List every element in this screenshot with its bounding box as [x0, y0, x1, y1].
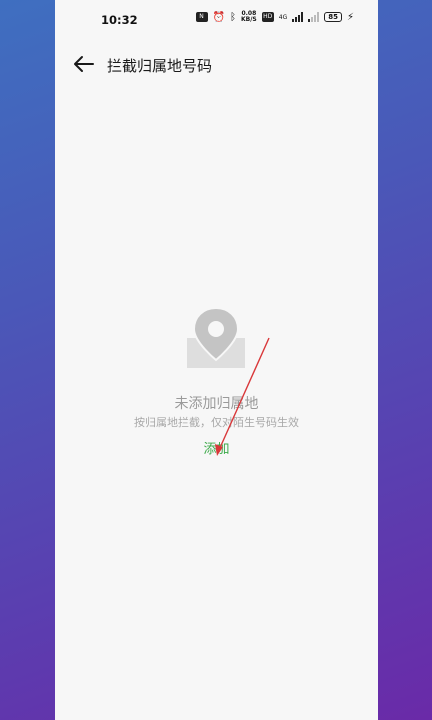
nfc-icon: N [195, 12, 208, 22]
status-icons: N ⏰ ᛒ 0.08 KB/S HD 4G 85 ⚡ [195, 11, 354, 23]
hd-badge: HD [261, 12, 274, 22]
status-time: 10:32 [101, 13, 138, 27]
page-title: 拦截归属地号码 [107, 57, 213, 75]
empty-state-title: 未添加归属地 [174, 396, 259, 412]
battery-level: 85 [324, 12, 342, 22]
location-pin-icon [187, 306, 245, 368]
signal-bars-icon [292, 12, 304, 22]
status-bar: 10:32 N ⏰ ᛒ 0.08 KB/S HD 4G 85 ⚡ [55, 0, 378, 40]
add-region-button[interactable]: 添加 [55, 438, 378, 457]
network-speed: 0.08 KB/S [241, 11, 257, 23]
empty-state-subtitle: 按归属地拦截，仅对陌生号码生效 [134, 416, 299, 429]
signal-label: 4G [278, 13, 288, 21]
arrow-left-icon[interactable] [73, 54, 95, 74]
phone-screen: 10:32 N ⏰ ᛒ 0.08 KB/S HD 4G 85 ⚡ 拦截归属地号码 [55, 0, 378, 720]
app-bar: 拦截归属地号码 [55, 44, 378, 84]
bluetooth-icon: ᛒ [230, 11, 236, 23]
charging-icon: ⚡ [346, 11, 354, 23]
alarm-icon: ⏰ [212, 11, 225, 23]
network-speed-unit: KB/S [241, 16, 257, 23]
signal-bars-icon-2 [308, 12, 320, 22]
